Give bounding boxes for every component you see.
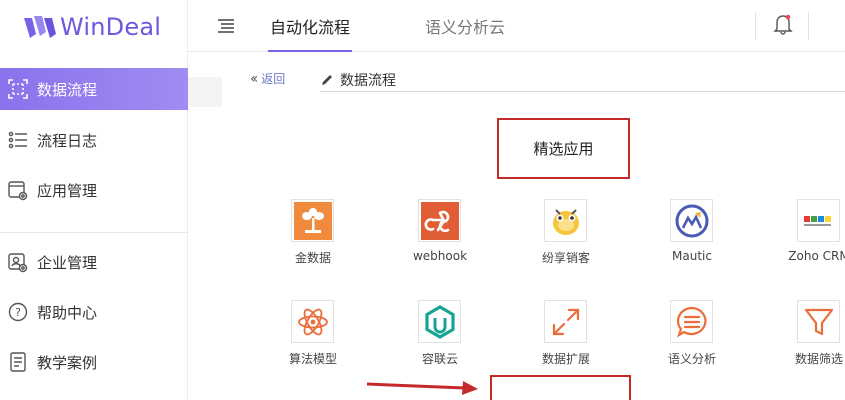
app-name: 算法模型 xyxy=(288,352,337,366)
red-arrow-annotation-icon xyxy=(366,381,478,395)
app-card-data-extension[interactable]: 数据扩展 xyxy=(506,300,626,380)
back-link[interactable]: ‹‹ 返回 xyxy=(250,70,285,87)
app-name: 数据扩展 xyxy=(541,352,590,366)
app-card-ronglian-cloud[interactable]: 容联云 xyxy=(380,300,500,380)
flow-frame-icon xyxy=(7,78,29,100)
sidebar: WinDeal 数据流程 流程日志 应用管理 企业管理 ? 帮助中心 教学案例 xyxy=(0,0,188,400)
sidebar-item-label: 应用管理 xyxy=(37,181,98,200)
sidebar-item-flow-log[interactable]: 流程日志 xyxy=(0,119,188,161)
sidebar-item-label: 数据流程 xyxy=(37,80,98,99)
top-header: 自动化流程 语义分析云 xyxy=(188,0,845,52)
help-icon: ? xyxy=(7,301,29,323)
tab-automation-flow[interactable]: 自动化流程 xyxy=(267,0,353,52)
brand-name: WinDeal xyxy=(60,13,162,41)
zoho-icon xyxy=(797,199,840,242)
chat-lines-icon xyxy=(670,300,713,343)
filter-icon xyxy=(797,300,840,343)
jinshuju-icon xyxy=(291,199,334,242)
sidebar-item-label: 教学案例 xyxy=(37,353,98,372)
list-log-icon xyxy=(7,129,29,151)
document-icon xyxy=(7,351,29,373)
mautic-icon xyxy=(670,199,713,242)
sidebar-item-help-center[interactable]: ? 帮助中心 xyxy=(0,291,188,333)
sub-navigation-highlight xyxy=(188,77,222,107)
app-settings-icon xyxy=(7,179,29,201)
fxiaoke-icon xyxy=(544,199,587,242)
webhook-icon xyxy=(418,199,461,242)
app-name: Zoho CRM xyxy=(788,249,845,263)
sidebar-item-label: 企业管理 xyxy=(37,253,98,272)
sidebar-divider xyxy=(0,232,188,233)
app-card-algorithm-model[interactable]: 算法模型 xyxy=(253,300,373,380)
highlight-box-annotation xyxy=(490,375,631,400)
menu-icon[interactable] xyxy=(216,16,236,36)
app-card-zoho-crm[interactable]: Zoho CRM xyxy=(759,199,845,279)
flow-title-field[interactable]: 数据流程 xyxy=(320,68,845,92)
ronglian-icon xyxy=(418,300,461,343)
sub-navigation-strip xyxy=(188,52,222,400)
svg-text:?: ? xyxy=(15,306,21,319)
brand-logo[interactable]: WinDeal xyxy=(22,10,161,44)
tab-semantic-analysis-cloud[interactable]: 语义分析云 xyxy=(425,0,505,52)
enterprise-icon xyxy=(7,251,29,273)
sidebar-item-app-management[interactable]: 应用管理 xyxy=(0,169,188,211)
app-card-jinshuju[interactable]: 金数据 xyxy=(253,199,373,279)
atom-icon xyxy=(291,300,334,343)
app-name: 金数据 xyxy=(294,251,331,265)
app-name: webhook xyxy=(412,249,468,263)
featured-apps-heading: 精选应用 xyxy=(497,118,630,179)
app-name: 数据筛选 xyxy=(794,352,843,366)
app-card-fxiaoke[interactable]: 纷享销客 xyxy=(506,199,626,279)
double-chevron-left-icon: ‹‹ xyxy=(250,70,258,87)
app-name: 语义分析 xyxy=(667,352,716,366)
app-card-mautic[interactable]: Mautic xyxy=(632,199,752,279)
sidebar-item-data-flow[interactable]: 数据流程 xyxy=(0,68,188,110)
app-name: 容联云 xyxy=(421,352,458,366)
header-divider xyxy=(808,12,809,40)
app-name: Mautic xyxy=(672,249,712,263)
app-card-data-filter[interactable]: 数据筛选 xyxy=(759,300,845,380)
flow-title-text: 数据流程 xyxy=(340,72,396,89)
expand-icon xyxy=(544,300,587,343)
sidebar-item-enterprise[interactable]: 企业管理 xyxy=(0,241,188,283)
section-title: 精选应用 xyxy=(533,140,594,158)
pencil-icon xyxy=(322,74,332,85)
app-card-webhook[interactable]: webhook xyxy=(380,199,500,279)
bell-icon[interactable] xyxy=(773,13,793,35)
app-card-semantic-analysis[interactable]: 语义分析 xyxy=(632,300,752,380)
sidebar-item-label: 流程日志 xyxy=(37,131,98,150)
header-divider xyxy=(755,12,756,40)
app-name: 纷享销客 xyxy=(541,251,590,265)
sidebar-item-tutorials[interactable]: 教学案例 xyxy=(0,341,188,383)
sidebar-item-label: 帮助中心 xyxy=(37,303,98,322)
back-label: 返回 xyxy=(261,72,286,86)
windeal-logo-icon xyxy=(24,16,56,38)
